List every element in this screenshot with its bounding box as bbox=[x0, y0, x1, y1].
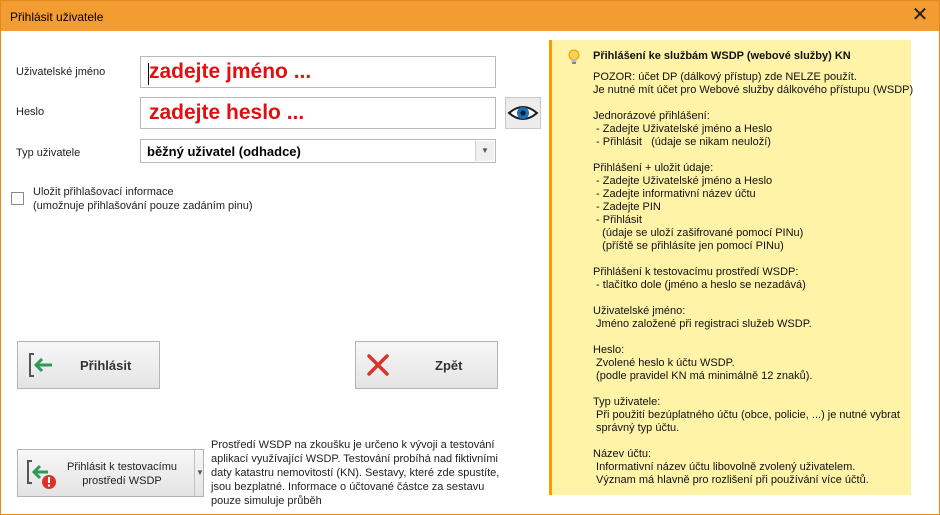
title-bar: Přihlásit uživatele ✕ bbox=[1, 1, 939, 31]
login-dialog: Přihlásit uživatele ✕ Uživatelské jméno … bbox=[0, 0, 940, 515]
eye-icon bbox=[507, 106, 539, 120]
usertype-select[interactable]: běžný uživatel (odhadce) ▼ bbox=[140, 139, 496, 163]
back-button-label: Zpět bbox=[435, 358, 463, 373]
lightbulb-icon bbox=[568, 49, 580, 64]
usertype-label: Typ uživatele bbox=[16, 147, 81, 159]
help-title: Přihlášení ke službám WSDP (webové služb… bbox=[593, 50, 851, 62]
test-login-button[interactable]: Přihlásit k testovacímu prostředí WSDP ▼ bbox=[17, 449, 204, 497]
username-input[interactable]: zadejte jméno ... bbox=[140, 56, 496, 88]
login-arrow-icon bbox=[29, 353, 52, 377]
chevron-down-icon[interactable]: ▼ bbox=[475, 141, 494, 161]
save-credentials-checkbox[interactable] bbox=[11, 192, 24, 205]
close-icon[interactable]: ✕ bbox=[905, 4, 935, 28]
help-text: POZOR: účet DP (dálkový přístup) zde NEL… bbox=[593, 71, 914, 486]
login-button-label: Přihlásit bbox=[80, 358, 132, 373]
save-credentials-label: Uložit přihlašovací informace (umožnuje … bbox=[33, 185, 253, 213]
login-button[interactable]: Přihlásit bbox=[17, 341, 160, 389]
password-placeholder: zadejte heslo ... bbox=[149, 101, 305, 124]
save-credentials-label-line2: (umožnuje přihlašování pouze zadáním pin… bbox=[33, 200, 253, 212]
window-title: Přihlásit uživatele bbox=[10, 10, 104, 24]
username-placeholder: zadejte jméno ... bbox=[149, 60, 312, 83]
login-warning-icon bbox=[27, 460, 56, 489]
chevron-down-icon[interactable]: ▼ bbox=[194, 450, 205, 496]
show-password-button[interactable] bbox=[505, 97, 541, 129]
usertype-value: běžný uživatel (odhadce) bbox=[147, 144, 301, 159]
test-login-button-label: Přihlásit k testovacímu prostředí WSDP bbox=[66, 461, 178, 487]
help-panel: Přihlášení ke službám WSDP (webové služb… bbox=[549, 40, 914, 495]
save-credentials-label-line1: Uložit přihlašovací informace bbox=[33, 186, 174, 198]
cross-icon bbox=[367, 354, 389, 376]
test-environment-info: Prostředí WSDP na zkoušku je určeno k vý… bbox=[211, 439, 500, 507]
password-input[interactable]: zadejte heslo ... bbox=[140, 97, 496, 129]
username-label: Uživatelské jméno bbox=[16, 66, 106, 78]
password-label: Heslo bbox=[16, 106, 45, 118]
back-button[interactable]: Zpět bbox=[355, 341, 498, 389]
